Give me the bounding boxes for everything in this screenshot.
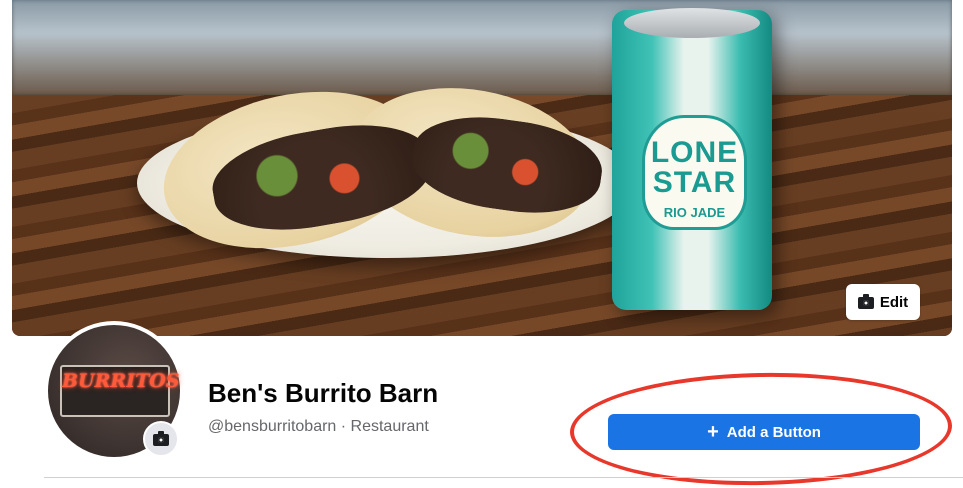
cover-can-top <box>624 8 760 38</box>
page-username-category: @bensburritobarn · Restaurant <box>208 418 429 435</box>
cover-photo[interactable]: LONE STAR RIO JADE <box>12 0 952 336</box>
header-divider <box>44 477 963 478</box>
update-profile-picture-button[interactable] <box>143 421 179 457</box>
highlight-annotation <box>569 369 953 488</box>
page-title: Ben's Burrito Barn <box>208 378 439 408</box>
camera-icon <box>153 431 169 446</box>
cover-can-subtitle: RIO JADE <box>663 205 726 220</box>
cover-background <box>12 0 952 95</box>
page-header: LONE STAR RIO JADE Edit BURRITOS Ben's B… <box>0 0 963 488</box>
camera-icon <box>857 294 874 309</box>
neon-sign-text: BURRITOS <box>62 370 180 392</box>
edit-cover-button[interactable]: Edit <box>846 284 920 320</box>
cover-can-brand: LONE STAR <box>650 136 739 199</box>
edit-cover-label: Edit <box>879 293 909 311</box>
